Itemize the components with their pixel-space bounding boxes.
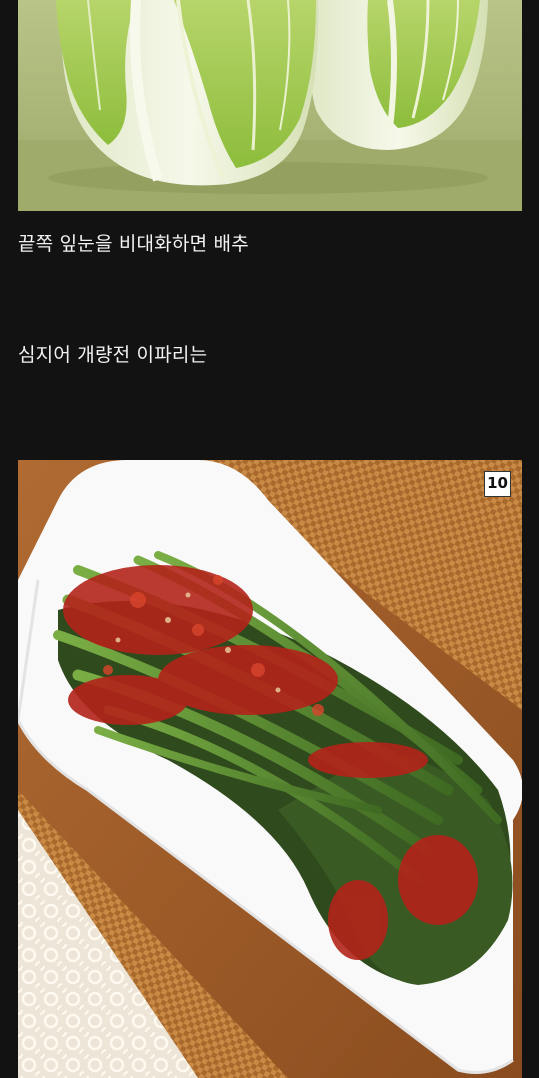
post-content: 끝쪽 잎눈을 비대화하면 배추 심지어 개량전 이파리는 10 <box>0 0 539 1078</box>
napa-cabbage-photo <box>18 0 522 211</box>
kimchi-photo: 10 <box>18 460 522 1078</box>
caption-leaves-before-breeding: 심지어 개량전 이파리는 <box>18 344 208 366</box>
caption-leaf-bud: 끝쪽 잎눈을 비대화하면 배추 <box>18 233 249 255</box>
image-number-badge: 10 <box>484 471 511 497</box>
